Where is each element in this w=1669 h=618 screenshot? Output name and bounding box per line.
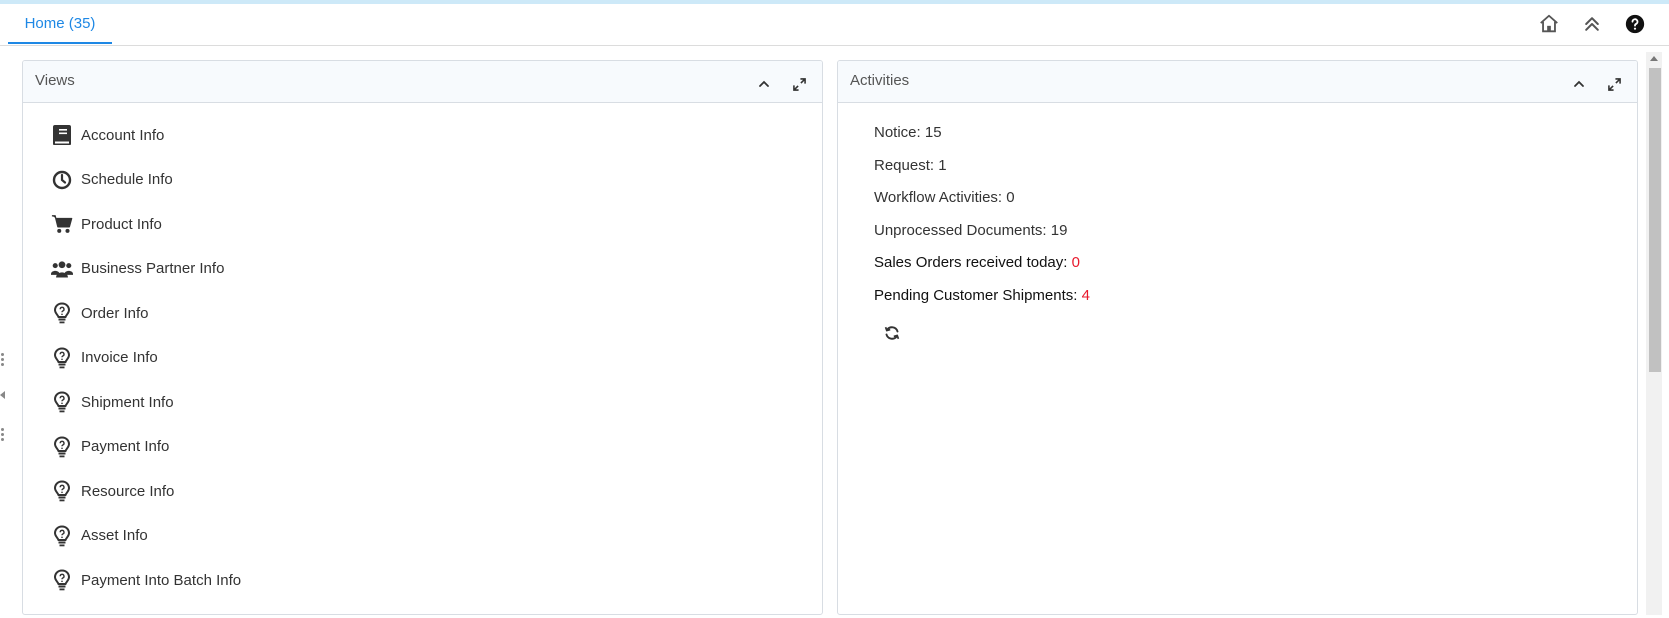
view-item-schedule-info[interactable]: Schedule Info [51,158,651,203]
home-icon[interactable] [1537,12,1561,36]
view-item-resource-info[interactable]: Resource Info [51,469,651,514]
vertical-scrollbar[interactable] [1646,52,1662,615]
maximize-icon[interactable] [1603,73,1625,95]
cart-icon [51,213,73,235]
activity-notice[interactable]: Notice: 15 [874,123,1090,156]
activity-count: 1 [938,156,947,174]
view-item-payment-info[interactable]: Payment Info [51,425,651,470]
view-item-label: Account Info [81,126,165,144]
activity-label: Notice: [874,124,925,141]
activity-label: Sales Orders received today: [874,254,1072,271]
lightbulb-icon [51,302,73,324]
scroll-up-icon[interactable] [1650,56,1658,61]
view-item-label: Resource Info [81,482,175,500]
activity-count: 19 [1050,221,1068,239]
left-splitter[interactable] [0,46,10,618]
book-icon [51,124,73,146]
scrollbar-thumb[interactable] [1649,68,1661,372]
view-item-label: Payment Info [81,438,170,456]
view-item-shipment-info[interactable]: Shipment Info [51,380,651,425]
activities-panel-header: Activities [838,61,1637,103]
lightbulb-icon [51,436,73,458]
views-panel: Views Account Info Schedule Info Product… [22,60,823,615]
activity-label: Request: [874,156,939,174]
view-item-payment-into-batch-info[interactable]: Payment Into Batch Info [51,558,651,603]
view-item-business-partner-info[interactable]: Business Partner Info [51,247,651,292]
activity-pending-shipments[interactable]: Pending Customer Shipments: 4 [874,286,1090,319]
lightbulb-icon [51,480,73,502]
collapse-icon[interactable] [753,73,775,95]
drag-handle-icon[interactable] [1,427,5,443]
activity-count: 0 [1006,189,1015,206]
lightbulb-icon [51,391,73,413]
activity-count: 15 [924,124,942,141]
tab-home[interactable]: Home (35) [8,4,112,44]
activity-label: Workflow Activities: [874,189,1007,206]
lightbulb-icon [51,347,73,369]
refresh-icon[interactable] [882,323,902,343]
view-item-product-info[interactable]: Product Info [51,202,651,247]
activity-label: Pending Customer Shipments: [874,286,1082,304]
activities-panel-title: Activities [850,72,910,89]
activity-label: Unprocessed Documents: [874,221,1051,239]
collapse-left-icon[interactable] [0,391,5,399]
help-icon[interactable] [1623,12,1647,36]
lightbulb-icon [51,525,73,547]
views-list: Account Info Schedule Info Product Info [51,113,651,603]
drag-handle-icon[interactable] [1,352,5,368]
maximize-icon[interactable] [788,73,810,95]
tab-bar: Home (35) [0,4,1669,46]
collapse-icon[interactable] [1568,73,1590,95]
view-item-account-info[interactable]: Account Info [51,113,651,158]
view-item-label: Business Partner Info [81,260,225,278]
view-item-label: Product Info [81,215,162,233]
activity-count: 0 [1071,254,1080,271]
view-item-order-info[interactable]: Order Info [51,291,651,336]
activities-panel: Activities Notice: 15 Request: 1 Workflo… [837,60,1638,615]
activities-list: Notice: 15 Request: 1 Workflow Activitie… [874,123,1090,318]
view-item-invoice-info[interactable]: Invoice Info [51,336,651,381]
users-icon [51,258,73,280]
activity-workflow[interactable]: Workflow Activities: 0 [874,188,1090,221]
chevrons-up-icon[interactable] [1580,12,1604,36]
clock-icon [51,169,73,191]
activity-unprocessed-documents[interactable]: Unprocessed Documents: 19 [874,221,1090,254]
view-item-label: Invoice Info [81,349,158,367]
view-item-label: Payment Into Batch Info [81,571,242,589]
activity-count: 4 [1081,286,1090,304]
views-panel-title: Views [35,72,75,89]
views-panel-header: Views [23,61,822,103]
view-item-label: Asset Info [81,527,148,545]
lightbulb-icon [51,569,73,591]
view-item-label: Schedule Info [81,171,173,189]
view-item-label: Order Info [81,304,149,322]
activity-request[interactable]: Request: 1 [874,156,1090,189]
activity-sales-orders-today[interactable]: Sales Orders received today: 0 [874,253,1090,286]
view-item-label: Shipment Info [81,393,174,411]
view-item-asset-info[interactable]: Asset Info [51,514,651,559]
